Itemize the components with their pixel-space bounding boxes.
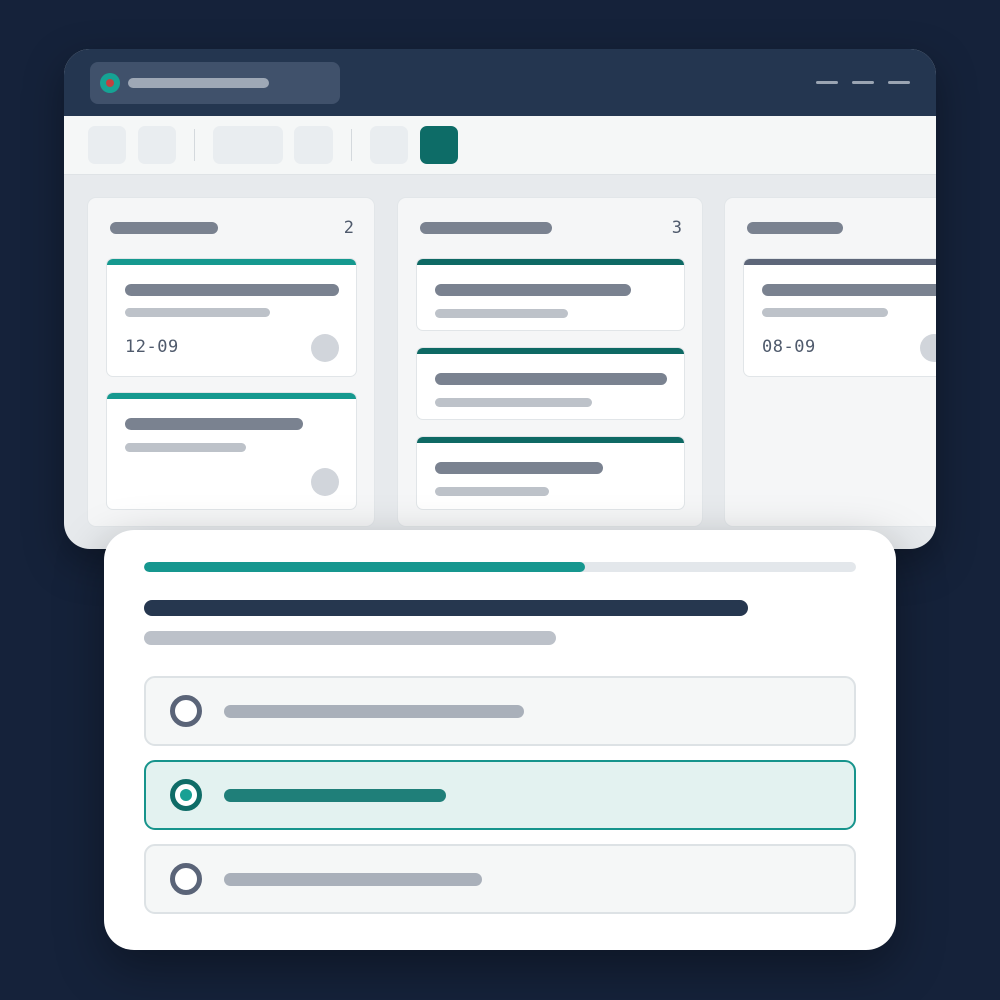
toolbar-button-3[interactable] — [213, 126, 283, 164]
radio-button[interactable] — [170, 695, 202, 727]
card-title — [435, 284, 631, 296]
toolbar-separator — [194, 129, 195, 161]
card-status-stripe — [107, 259, 356, 265]
card-subtitle — [435, 309, 568, 318]
answer-option-1[interactable] — [144, 676, 856, 746]
window-control-maximize[interactable] — [852, 81, 874, 84]
card-subtitle — [125, 308, 270, 317]
url-placeholder — [128, 78, 269, 88]
card-title — [435, 373, 667, 385]
toolbar — [64, 116, 936, 175]
task-card[interactable]: 12-09 — [106, 258, 357, 377]
task-card[interactable] — [106, 392, 357, 510]
radio-button[interactable] — [170, 863, 202, 895]
board-column-3: 08-09 — [724, 197, 936, 527]
column-title — [110, 222, 218, 234]
radio-button-checked[interactable] — [170, 779, 202, 811]
answer-option-3[interactable] — [144, 844, 856, 914]
task-card[interactable]: 08-09 — [743, 258, 936, 377]
site-icon — [100, 73, 120, 93]
assignee-avatar[interactable] — [920, 334, 936, 362]
toolbar-button-1[interactable] — [88, 126, 126, 164]
toolbar-button-2[interactable] — [138, 126, 176, 164]
window-control-close[interactable] — [888, 81, 910, 84]
card-title — [125, 418, 303, 430]
column-title — [747, 222, 843, 234]
progress-bar — [144, 562, 856, 572]
question-title — [144, 600, 748, 616]
answer-option-2-selected[interactable] — [144, 760, 856, 830]
window-control-minimize[interactable] — [816, 81, 838, 84]
task-card[interactable] — [416, 436, 685, 510]
column-count: 3 — [671, 218, 682, 238]
board-column-1: 2 12-09 — [87, 197, 375, 527]
quiz-dialog — [104, 530, 896, 950]
toolbar-button-4[interactable] — [294, 126, 333, 164]
column-count: 2 — [343, 218, 354, 238]
card-title — [125, 284, 339, 296]
assignee-avatar[interactable] — [311, 334, 339, 362]
title-bar — [64, 49, 936, 116]
card-due-date: 08-09 — [762, 337, 816, 357]
toolbar-separator — [351, 129, 352, 161]
card-subtitle — [762, 308, 888, 317]
card-status-stripe — [417, 437, 684, 443]
app-window: 2 12-09 3 08-09 — [64, 49, 936, 549]
kanban-board: 2 12-09 3 08-09 — [64, 175, 936, 549]
progress-fill — [144, 562, 586, 572]
card-subtitle — [125, 443, 246, 452]
card-subtitle — [435, 487, 549, 496]
task-card[interactable] — [416, 258, 685, 331]
option-label — [224, 789, 446, 802]
card-subtitle — [435, 398, 592, 407]
toolbar-button-6-active[interactable] — [420, 126, 458, 164]
address-bar[interactable] — [90, 62, 340, 104]
option-label — [224, 705, 524, 718]
board-column-2: 3 — [397, 197, 703, 527]
card-due-date: 12-09 — [125, 337, 179, 357]
option-label — [224, 873, 482, 886]
question-subtitle — [144, 631, 556, 645]
card-status-stripe — [744, 259, 936, 265]
card-status-stripe — [417, 348, 684, 354]
card-status-stripe — [417, 259, 684, 265]
card-title — [762, 284, 936, 296]
toolbar-button-5[interactable] — [370, 126, 408, 164]
task-card[interactable] — [416, 347, 685, 420]
card-status-stripe — [107, 393, 356, 399]
assignee-avatar[interactable] — [311, 468, 339, 496]
column-title — [420, 222, 552, 234]
card-title — [435, 462, 603, 474]
